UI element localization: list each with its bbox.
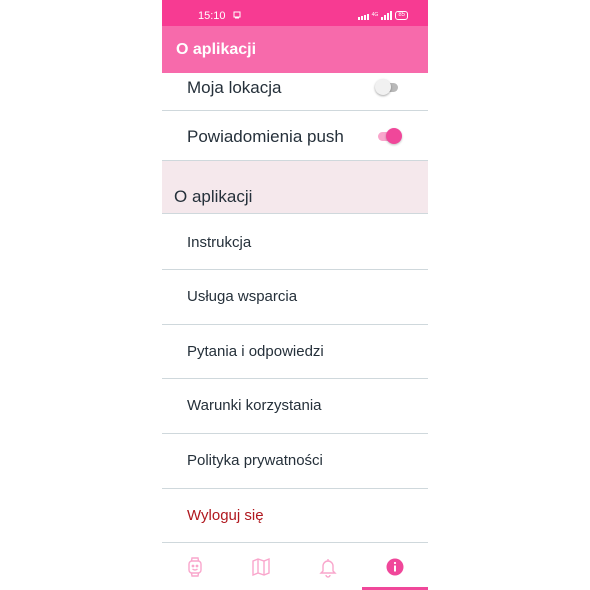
nav-tab-map[interactable] <box>228 543 294 590</box>
map-icon <box>252 557 270 577</box>
status-time: 15:10 <box>198 10 226 22</box>
menu-item-label: Polityka prywatności <box>187 452 323 469</box>
menu-item-instructions[interactable]: Instrukcja <box>162 214 428 270</box>
setting-row-push-notifications[interactable]: Powiadomienia push <box>162 111 428 161</box>
watch-icon <box>188 557 202 577</box>
my-location-toggle[interactable] <box>375 78 400 96</box>
signal-icon <box>357 11 369 20</box>
info-icon <box>386 558 404 576</box>
menu-item-label: Usługa wsparcia <box>187 288 298 305</box>
menu-item-label: Instrukcja <box>187 234 252 251</box>
signal-icon-2 <box>381 10 393 20</box>
setting-row-my-location[interactable]: Moja lokacja <box>162 73 428 111</box>
nav-tab-watch[interactable] <box>162 543 228 590</box>
push-notifications-toggle[interactable] <box>376 127 402 145</box>
status-indicators: 4G 85 <box>357 9 408 21</box>
menu-item-logout[interactable]: Wyloguj się <box>162 489 428 543</box>
battery-icon: 85 <box>395 10 408 20</box>
logout-label: Wyloguj się <box>187 507 264 524</box>
network-type: 4G <box>371 11 379 18</box>
notification-icon <box>233 11 241 19</box>
page-title: O aplikacji <box>176 41 257 58</box>
status-bar: 15:10 4G 85 <box>162 0 428 26</box>
menu-item-label: Pytania i odpowiedzi <box>187 343 324 360</box>
menu-item-privacy-policy[interactable]: Polityka prywatności <box>162 434 428 489</box>
section-header-about: O aplikacji <box>162 161 428 214</box>
app-bar: O aplikacji <box>162 26 428 73</box>
phone-screen: 15:10 4G 85 O aplikacji Moja lokacja Pow… <box>162 0 428 590</box>
menu-item-label: Warunki korzystania <box>187 397 322 414</box>
setting-label-my-location: Moja lokacja <box>187 78 282 97</box>
nav-tab-notifications[interactable] <box>295 543 361 590</box>
nav-tab-info[interactable] <box>362 543 428 590</box>
menu-item-terms[interactable]: Warunki korzystania <box>162 379 428 434</box>
menu-item-support[interactable]: Usługa wsparcia <box>162 270 428 325</box>
section-title: O aplikacji <box>174 187 253 206</box>
bottom-navigation <box>162 543 428 590</box>
menu-item-faq[interactable]: Pytania i odpowiedzi <box>162 325 428 379</box>
bell-icon <box>319 559 337 578</box>
setting-label-push-notifications: Powiadomienia push <box>187 127 344 146</box>
